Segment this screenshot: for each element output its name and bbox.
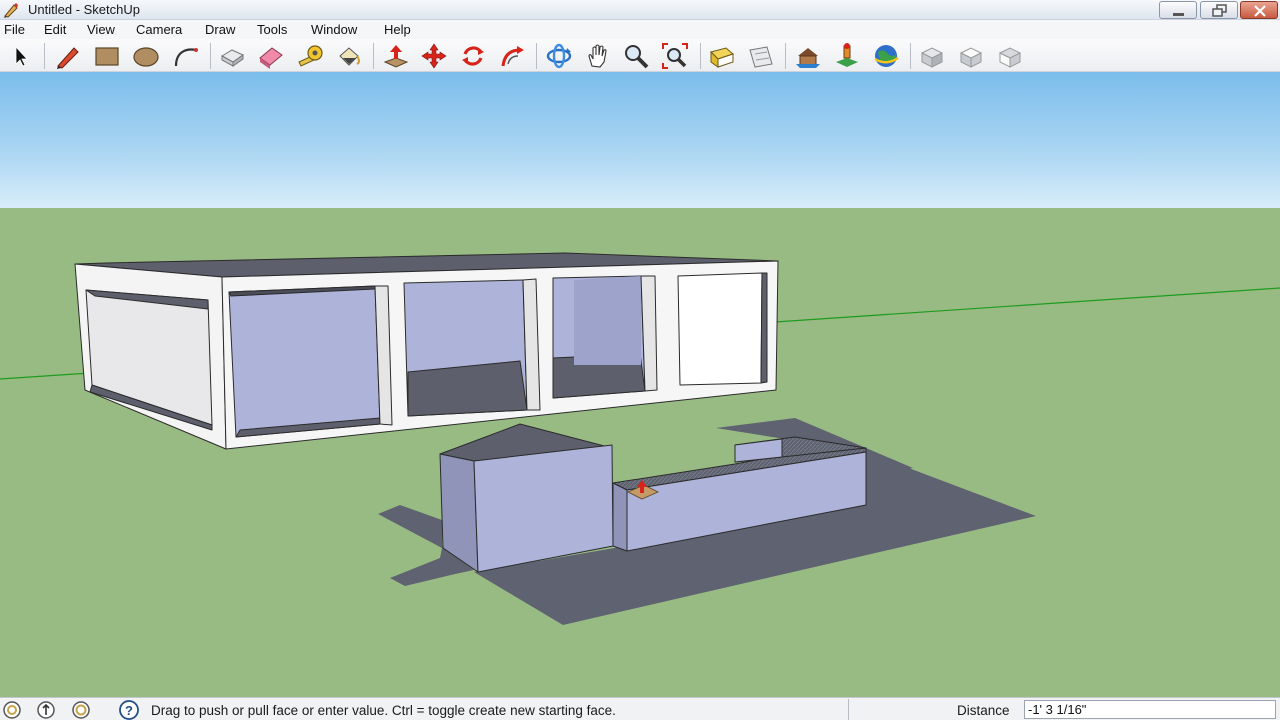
restore-button[interactable] bbox=[1200, 1, 1238, 19]
eraser-tool-button[interactable] bbox=[257, 42, 285, 70]
status-message: Drag to push or pull face or enter value… bbox=[151, 703, 616, 718]
menu-draw[interactable]: Draw bbox=[205, 22, 235, 37]
arc-tool-button[interactable] bbox=[172, 42, 200, 70]
select-tool-button[interactable] bbox=[6, 42, 34, 70]
toolbar-separator bbox=[44, 43, 45, 69]
toolbar-separator bbox=[785, 43, 786, 69]
move-tool-button[interactable] bbox=[420, 42, 448, 70]
menu-help[interactable]: Help bbox=[384, 22, 411, 37]
toolbar-separator bbox=[373, 43, 374, 69]
viewport-canvas[interactable] bbox=[0, 72, 1280, 697]
line-tool-button[interactable] bbox=[54, 42, 82, 70]
credits-icon[interactable] bbox=[35, 700, 57, 720]
orbit-tool-button[interactable] bbox=[545, 42, 573, 70]
globe-icon bbox=[874, 45, 899, 67]
measurements-label: Distance bbox=[957, 703, 1010, 718]
measurements-input[interactable] bbox=[1024, 700, 1276, 719]
toolbar-separator bbox=[210, 43, 211, 69]
sky bbox=[0, 72, 1280, 209]
menu-bar: File Edit View Camera Draw Tools Window … bbox=[0, 20, 1280, 39]
status-divider bbox=[848, 699, 849, 720]
follow-me-icon bbox=[501, 46, 524, 67]
geo-location-icon[interactable] bbox=[1, 700, 23, 720]
rotate-icon bbox=[462, 46, 484, 66]
menu-camera[interactable]: Camera bbox=[136, 22, 182, 37]
get-models-tool-button[interactable] bbox=[794, 42, 822, 70]
arc-icon bbox=[174, 48, 198, 67]
make-component-tool-button[interactable] bbox=[218, 42, 246, 70]
window-title: Untitled - SketchUp bbox=[28, 2, 140, 17]
title-bar: Untitled - SketchUp bbox=[0, 0, 1280, 20]
orbit-icon bbox=[546, 43, 572, 69]
follow-me-tool-button[interactable] bbox=[498, 42, 526, 70]
sketchup-app-icon bbox=[4, 3, 18, 18]
previous-view-tool-button[interactable] bbox=[708, 42, 736, 70]
restore-icon bbox=[1212, 4, 1227, 17]
push-pull-tool-button[interactable] bbox=[382, 42, 410, 70]
help-icon[interactable]: ? bbox=[118, 700, 140, 720]
iso-view-icon bbox=[920, 47, 944, 68]
zoom-extents-tool-button[interactable] bbox=[661, 42, 689, 70]
toolbar-separator bbox=[700, 43, 701, 69]
google-earth-tool-button[interactable] bbox=[872, 42, 900, 70]
toolbar-separator bbox=[910, 43, 911, 69]
share-icon bbox=[836, 43, 858, 67]
view-top-tool-button[interactable] bbox=[957, 42, 985, 70]
warehouse-icon bbox=[796, 48, 820, 68]
circle-tool-button[interactable] bbox=[132, 42, 160, 70]
previous-view-icon bbox=[710, 47, 734, 68]
toolbar bbox=[0, 39, 1280, 72]
close-button[interactable] bbox=[1240, 1, 1278, 19]
pan-tool-button[interactable] bbox=[584, 42, 612, 70]
arrow-cursor-icon bbox=[15, 45, 28, 67]
minimize-button[interactable] bbox=[1159, 1, 1197, 19]
close-icon bbox=[1254, 5, 1266, 17]
pencil-icon bbox=[57, 47, 79, 69]
rotate-tool-button[interactable] bbox=[459, 42, 487, 70]
move-icon bbox=[421, 43, 447, 69]
hand-icon bbox=[588, 44, 607, 68]
toolbar-separator bbox=[536, 43, 537, 69]
share-component-tool-button[interactable] bbox=[832, 42, 860, 70]
zoom-icon bbox=[625, 45, 649, 69]
minimize-icon bbox=[1173, 13, 1184, 16]
sketchup-window: Untitled - SketchUp File Edit View Camer… bbox=[0, 0, 1280, 720]
menu-view[interactable]: View bbox=[87, 22, 115, 37]
menu-tools[interactable]: Tools bbox=[257, 22, 287, 37]
svg-text:?: ? bbox=[125, 703, 133, 718]
circle-icon bbox=[133, 47, 159, 67]
zoom-tool-button[interactable] bbox=[622, 42, 650, 70]
status-bar: ? Drag to push or pull face or enter val… bbox=[0, 697, 1280, 720]
eraser-icon bbox=[259, 47, 283, 69]
view-iso-tool-button[interactable] bbox=[918, 42, 946, 70]
component-icon bbox=[220, 49, 245, 67]
paint-bucket-icon bbox=[339, 47, 360, 66]
top-view-icon bbox=[959, 47, 983, 68]
tape-measure-icon bbox=[298, 45, 323, 67]
rectangle-icon bbox=[95, 47, 119, 66]
view-front-tool-button[interactable] bbox=[996, 42, 1024, 70]
next-view-tool-button[interactable] bbox=[747, 42, 775, 70]
zoom-extents-icon bbox=[662, 43, 688, 69]
front-view-icon bbox=[998, 47, 1022, 68]
menu-window[interactable]: Window bbox=[311, 22, 357, 37]
menu-edit[interactable]: Edit bbox=[44, 22, 66, 37]
model-viewport[interactable] bbox=[0, 72, 1280, 697]
user-icon[interactable] bbox=[70, 700, 92, 720]
paint-bucket-tool-button[interactable] bbox=[335, 42, 363, 70]
tape-measure-tool-button[interactable] bbox=[296, 42, 324, 70]
rectangle-tool-button[interactable] bbox=[93, 42, 121, 70]
push-pull-icon bbox=[383, 45, 409, 68]
next-view-icon bbox=[749, 46, 773, 68]
menu-file[interactable]: File bbox=[4, 22, 25, 37]
